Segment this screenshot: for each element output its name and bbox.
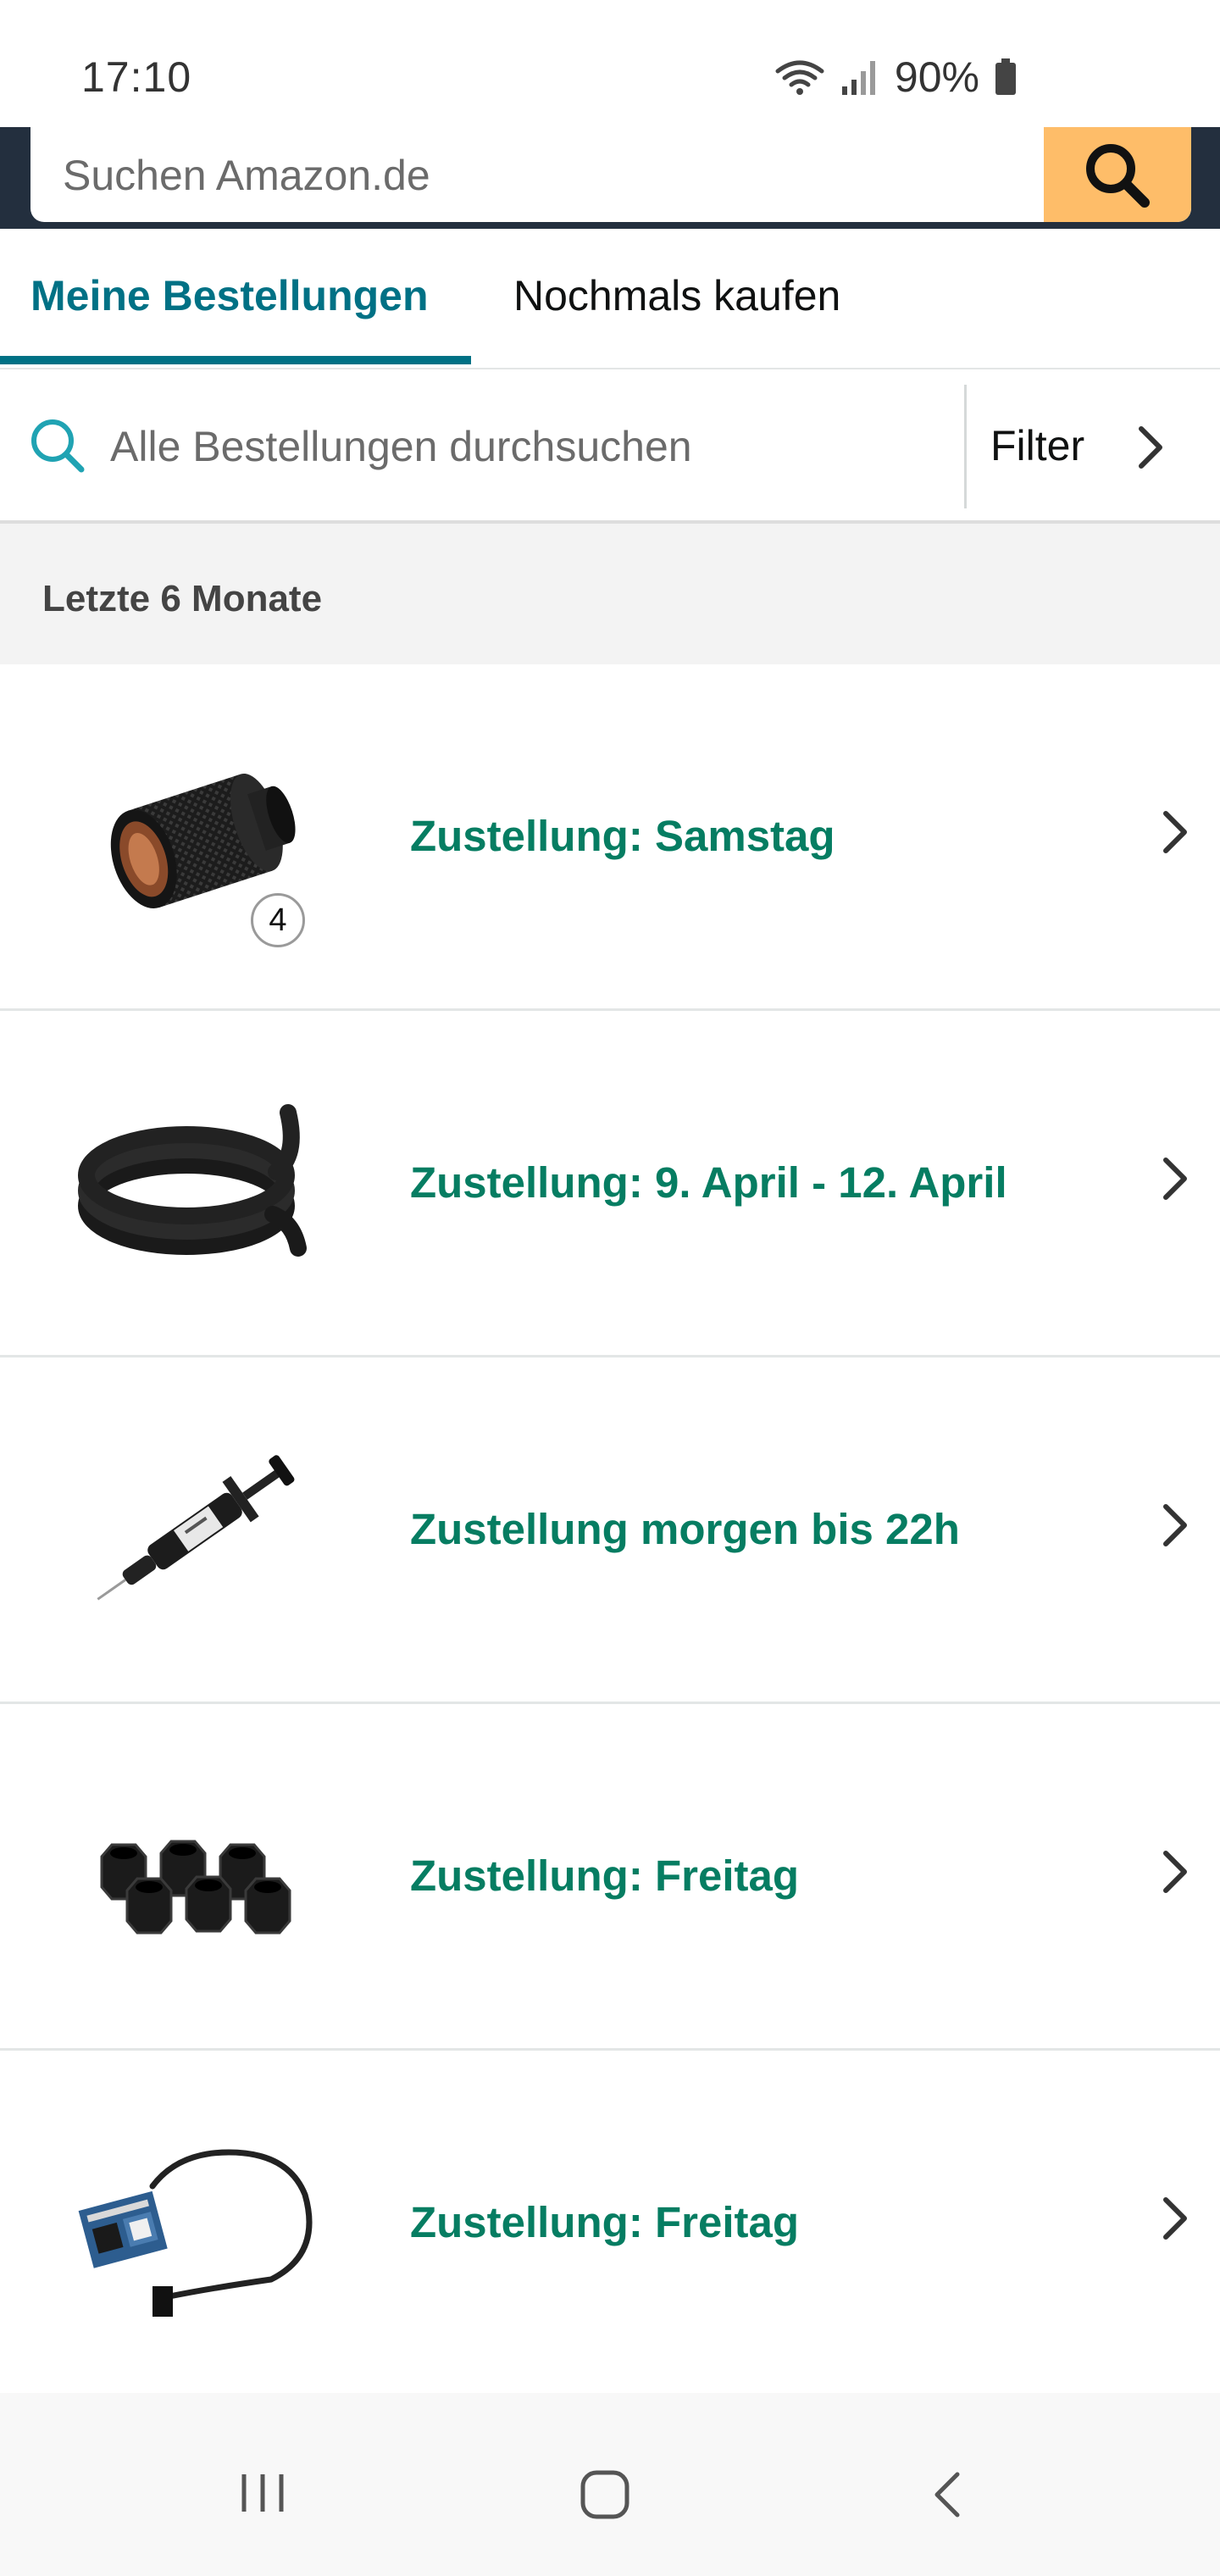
battery-icon xyxy=(995,58,1016,95)
search-icon xyxy=(31,419,85,473)
order-delivery-status: Zustellung: Samstag xyxy=(410,812,835,860)
order-delivery-status: Zustellung: Freitag xyxy=(410,1852,799,1900)
fittings-set-icon xyxy=(100,1840,291,1935)
filter-label: Filter xyxy=(990,422,1085,469)
status-icons: 90% xyxy=(774,53,1017,102)
order-row[interactable]: Zustellung morgen bis 22h xyxy=(0,1357,1220,1704)
quantity-badge: 4 xyxy=(251,893,305,947)
chevron-right-icon xyxy=(1163,2197,1187,2240)
section-title: Letzte 6 Monate xyxy=(42,578,323,619)
search-icon xyxy=(1086,144,1150,208)
cable-adapter-icon xyxy=(78,2149,313,2317)
tube-coil-icon xyxy=(78,1104,307,1257)
order-row[interactable]: Zustellung: 9. April - 12. April xyxy=(0,1011,1220,1357)
order-delivery-status: Zustellung morgen bis 22h xyxy=(410,1505,960,1553)
tab-bar: Meine Bestellungen Nochmals kaufen xyxy=(0,236,1220,369)
chevron-right-icon xyxy=(1163,1504,1187,1546)
chevron-right-icon xyxy=(1139,426,1162,469)
order-delivery-status: Zustellung: 9. April - 12. April xyxy=(410,1158,1007,1207)
tab-buy-again[interactable]: Nochmals kaufen xyxy=(513,271,840,320)
back-icon[interactable] xyxy=(930,2469,964,2520)
wifi-icon xyxy=(775,60,824,95)
status-time: 17:10 xyxy=(81,53,192,101)
active-tab-indicator xyxy=(0,356,471,364)
chevron-right-icon xyxy=(1163,811,1187,853)
order-search-input[interactable] xyxy=(108,412,925,481)
search-button[interactable] xyxy=(1044,127,1191,222)
battery-percentage: 90% xyxy=(894,53,979,101)
home-icon[interactable] xyxy=(580,2469,630,2520)
tab-my-orders[interactable]: Meine Bestellungen xyxy=(30,271,429,320)
recent-apps-icon[interactable] xyxy=(239,2469,286,2517)
order-row[interactable]: 4 Zustellung: Samstag xyxy=(0,664,1220,1011)
signal-icon xyxy=(841,61,875,95)
syringe-icon xyxy=(97,1455,295,1601)
order-row[interactable]: Zustellung: Freitag xyxy=(0,1704,1220,2051)
search-input[interactable] xyxy=(61,134,1039,217)
chevron-right-icon xyxy=(1163,1851,1187,1893)
order-list: 4 Zustellung: Samstag Zustellung: 9. Apr… xyxy=(0,664,1220,2397)
order-row[interactable]: Zustellung: Freitag xyxy=(0,2051,1220,2397)
search-box xyxy=(30,127,1191,222)
filter-button[interactable]: Filter xyxy=(967,373,1220,519)
order-delivery-status: Zustellung: Freitag xyxy=(410,2198,799,2246)
chevron-right-icon xyxy=(1163,1158,1187,1200)
